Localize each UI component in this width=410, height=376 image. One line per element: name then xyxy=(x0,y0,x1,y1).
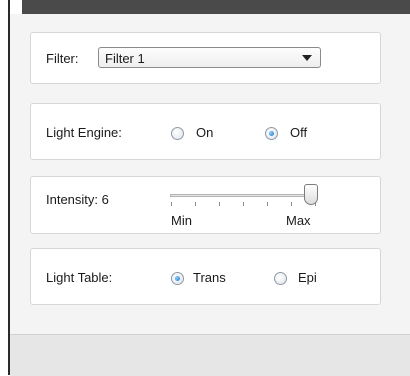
top-bar xyxy=(22,0,410,14)
light-engine-label: Light Engine: xyxy=(46,125,122,140)
intensity-group: Intensity: 6 Min Max xyxy=(30,176,381,234)
filter-dropdown[interactable]: Filter 1 xyxy=(98,47,321,68)
intensity-slider-thumb[interactable] xyxy=(304,184,318,205)
slider-tick xyxy=(267,202,268,206)
light-engine-group: Light Engine: On Off xyxy=(30,103,381,160)
light-table-epi-label[interactable]: Epi xyxy=(298,270,317,285)
slider-tick xyxy=(243,202,244,206)
light-table-epi-radio[interactable] xyxy=(274,272,287,285)
light-table-group: Light Table: Trans Epi xyxy=(30,248,381,305)
footer-bar xyxy=(10,334,410,376)
filter-label: Filter: xyxy=(46,51,79,66)
slider-tick xyxy=(291,202,292,206)
light-engine-on-radio[interactable] xyxy=(171,127,184,140)
slider-tick xyxy=(219,202,220,206)
slider-tick xyxy=(171,202,172,206)
light-engine-off-label[interactable]: Off xyxy=(290,125,307,140)
light-table-label: Light Table: xyxy=(46,270,113,285)
light-engine-on-label[interactable]: On xyxy=(196,125,213,140)
light-table-trans-radio[interactable] xyxy=(171,272,184,285)
light-table-trans-label[interactable]: Trans xyxy=(193,270,226,285)
intensity-label: Intensity: 6 xyxy=(46,192,109,207)
intensity-min-label: Min xyxy=(171,213,192,228)
chevron-down-icon xyxy=(302,55,312,61)
filter-dropdown-value: Filter 1 xyxy=(105,51,145,66)
slider-tick xyxy=(195,202,196,206)
light-engine-off-radio[interactable] xyxy=(265,127,278,140)
intensity-max-label: Max xyxy=(286,213,311,228)
intensity-slider-track[interactable] xyxy=(170,194,316,197)
filter-group: Filter: Filter 1 xyxy=(30,32,381,84)
